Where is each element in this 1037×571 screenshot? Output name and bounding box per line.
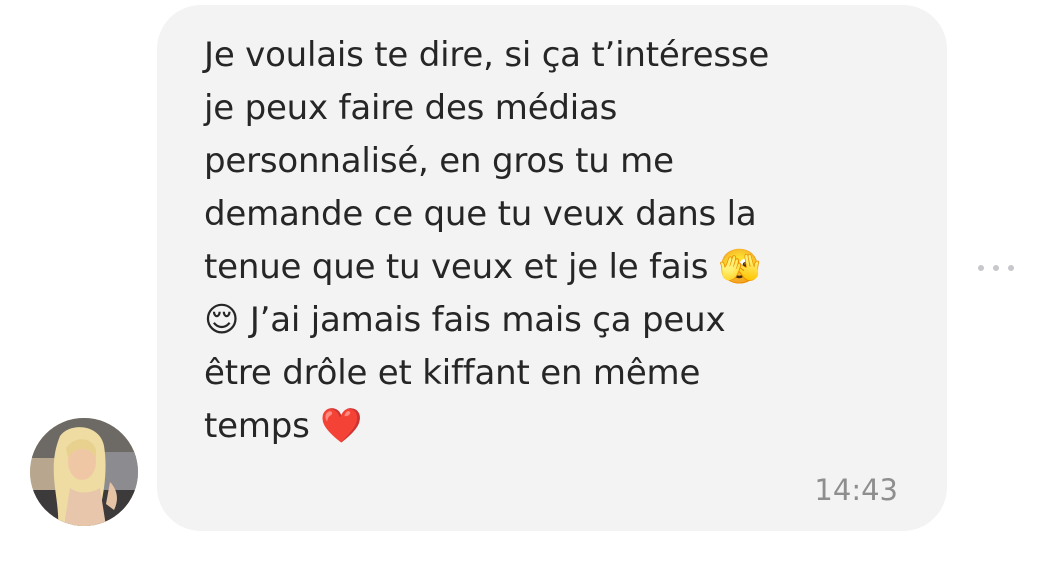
message-line: tenue que tu veux et je le fais 🫣 (204, 247, 762, 287)
message-line: 😌 J’ai jamais fais mais ça peux (204, 300, 726, 340)
message-line: Je voulais te dire, si ça t’intéresse (204, 35, 770, 75)
sender-avatar[interactable] (30, 418, 138, 526)
more-horizontal-icon-dot (1008, 265, 1014, 271)
more-horizontal-icon-dot (993, 265, 999, 271)
message-line: je peux faire des médias (204, 88, 618, 128)
message-line: demande ce que tu veux dans la (204, 194, 757, 234)
avatar-photo (30, 418, 138, 526)
more-options-button[interactable] (966, 256, 1026, 280)
message-line: être drôle et kiffant en même (204, 353, 701, 393)
message-text: Je voulais te dire, si ça t’intéresse je… (204, 29, 904, 453)
message-timestamp: 14:43 (814, 473, 898, 507)
message-bubble[interactable]: Je voulais te dire, si ça t’intéresse je… (157, 5, 947, 531)
message-line: personnalisé, en gros tu me (204, 141, 674, 181)
more-horizontal-icon-dot (978, 265, 984, 271)
message-line: temps ❤️ (204, 406, 363, 446)
